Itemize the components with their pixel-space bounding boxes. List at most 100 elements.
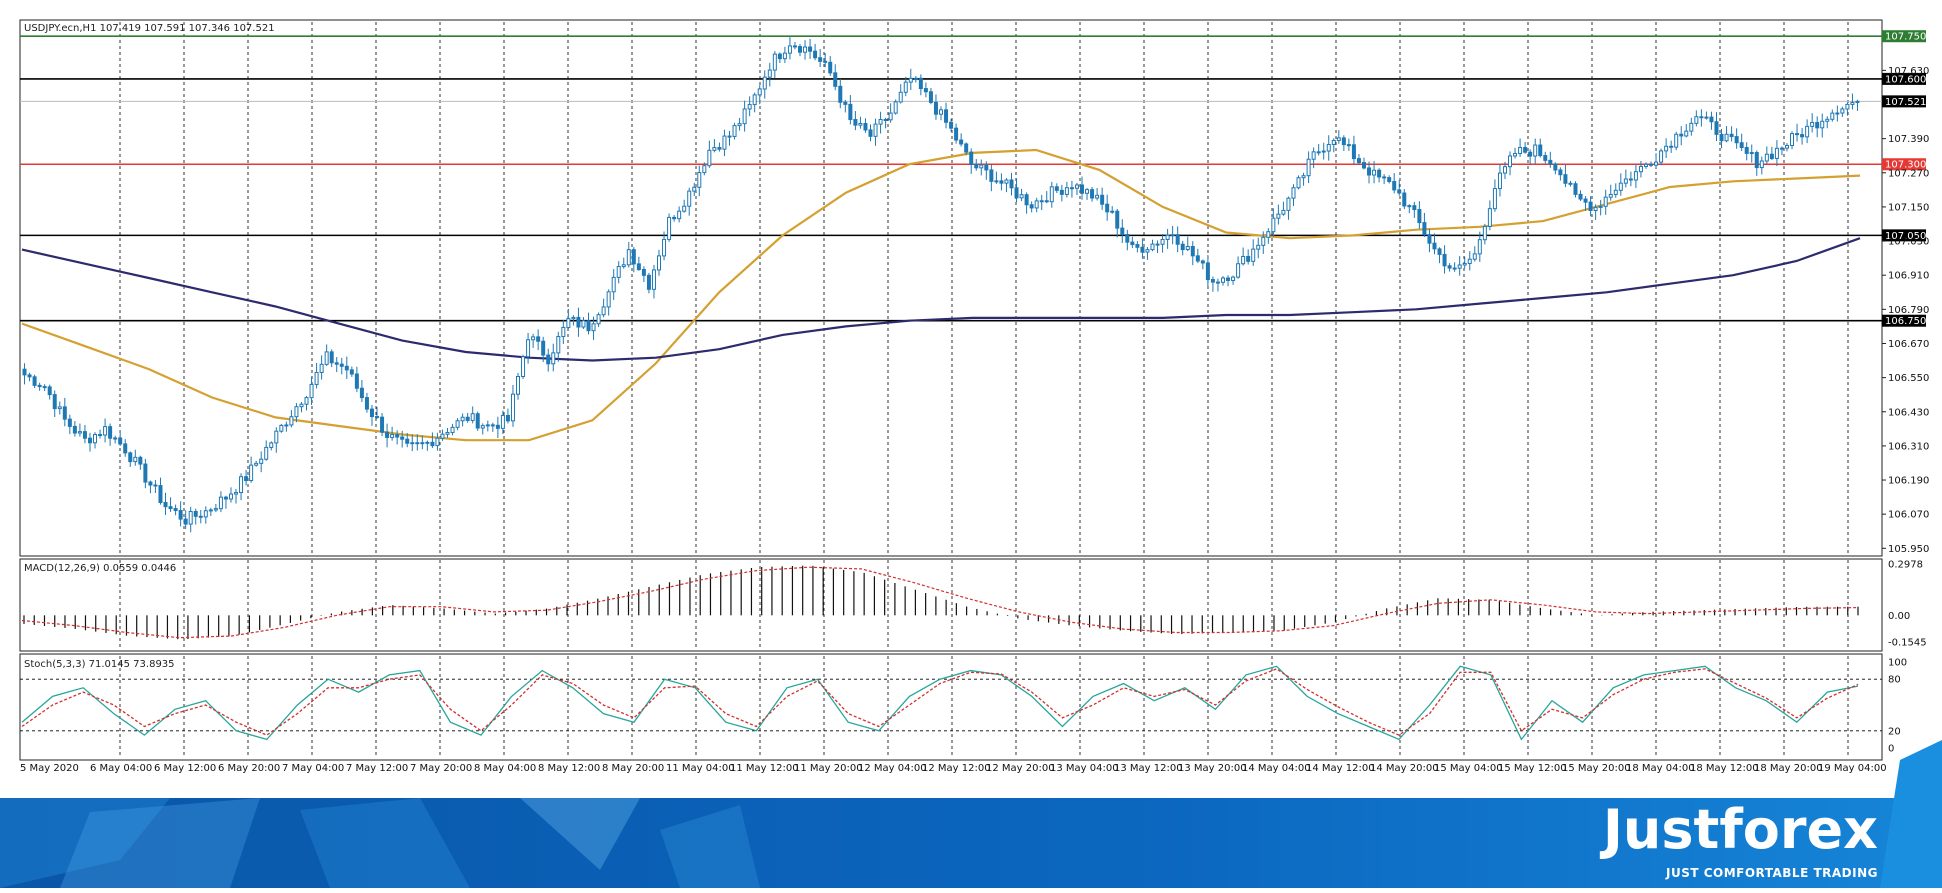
candle-body: [833, 72, 838, 87]
candle-body: [163, 502, 168, 508]
candle-body: [1251, 248, 1256, 262]
candle-body: [576, 316, 581, 328]
candle-body: [1764, 153, 1769, 162]
candle-body: [47, 386, 52, 396]
candle-body: [269, 442, 274, 448]
candle-body: [526, 339, 531, 358]
candle-body: [913, 77, 918, 80]
candle-body: [1382, 176, 1387, 179]
candle-body: [400, 436, 405, 440]
candle-body: [657, 255, 662, 271]
candle-body: [1019, 194, 1024, 199]
candle-body: [1724, 133, 1729, 142]
candle-body: [1759, 160, 1764, 169]
candle-body: [1336, 137, 1341, 141]
candle-body: [556, 336, 561, 354]
candle-body: [1714, 121, 1719, 135]
candle-body: [1457, 264, 1462, 269]
candle-body: [465, 416, 470, 421]
candle-body: [596, 314, 601, 325]
candle-body: [1261, 236, 1266, 246]
candle-body: [959, 139, 964, 145]
price-tick-label: 106.070: [1888, 510, 1929, 521]
time-tick-label: 8 May 12:00: [538, 763, 600, 774]
candle-body: [22, 368, 27, 376]
price-tick-label: 105.950: [1888, 544, 1929, 555]
time-tick-label: 18 May 20:00: [1754, 763, 1823, 774]
candle-body: [616, 266, 621, 278]
price-axis: 107.630 107.390 107.270 107.150 107.030 106.9…: [1882, 66, 1929, 555]
candle-body: [1603, 196, 1608, 207]
candle-body: [1482, 225, 1487, 241]
candle-body: [561, 326, 566, 338]
candle-body: [1422, 222, 1427, 236]
candle-body: [823, 60, 828, 63]
symbol-info: USDJPY.ecn,H1 107.419 107.591 107.346 10…: [24, 23, 275, 34]
candle-body: [1160, 238, 1165, 245]
candle-body: [380, 416, 385, 433]
candle-body: [516, 375, 521, 395]
price-tick-label: 107.630: [1888, 66, 1929, 77]
time-tick-label: 15 May 12:00: [1498, 763, 1567, 774]
candle-body: [621, 264, 626, 268]
candle-body: [928, 91, 933, 103]
candle-body: [264, 446, 269, 460]
candle-body: [324, 351, 329, 365]
candle-body: [944, 109, 949, 123]
candle-body: [863, 122, 868, 131]
candle-body: [873, 123, 878, 137]
candle-body: [425, 441, 430, 444]
candle-body: [1669, 145, 1674, 148]
candle-body: [1497, 172, 1502, 190]
candle-body: [974, 163, 979, 169]
candle-body: [757, 88, 762, 96]
candle-body: [1069, 187, 1074, 190]
candle-body: [1205, 262, 1210, 281]
candle-body: [1679, 133, 1684, 137]
candle-body: [249, 464, 254, 482]
candle-body: [1064, 187, 1069, 195]
candle-body: [1291, 187, 1296, 199]
candle-body: [1578, 193, 1583, 200]
candle-body: [1130, 241, 1135, 246]
candle-body: [1432, 242, 1437, 250]
price-tick-label: 107.270: [1888, 168, 1929, 179]
candle-body: [52, 394, 57, 410]
price-pane-frame: [19, 19, 1883, 557]
candle-body: [1079, 184, 1084, 194]
candle-body: [1321, 150, 1326, 153]
candle-body: [410, 442, 415, 445]
candle-body: [969, 151, 974, 165]
candle-body: [611, 276, 616, 293]
level-label: 106.750: [1885, 316, 1926, 327]
candle-body: [692, 186, 697, 192]
candle-body: [984, 164, 989, 171]
candle-body: [1085, 189, 1090, 194]
candle-body: [782, 52, 787, 60]
candle-body: [1417, 209, 1422, 224]
candle-body: [445, 431, 450, 435]
candle-body: [294, 406, 299, 418]
candle-body: [853, 118, 858, 126]
macd-tick-label: 0.2978: [1888, 560, 1923, 571]
candle-body: [868, 129, 873, 137]
candle-body: [143, 463, 148, 483]
candle-body: [722, 135, 727, 150]
candle-body: [546, 354, 551, 365]
candle-body: [244, 476, 249, 482]
candle-body: [158, 485, 163, 504]
chart-canvas[interactable]: 107.750107.600107.300107.050106.750107.5…: [0, 0, 1942, 888]
candle-body: [1009, 179, 1014, 189]
candle-body: [1593, 206, 1598, 212]
candle-body: [1367, 167, 1372, 176]
candle-body: [1523, 146, 1528, 153]
candle-body: [1492, 188, 1497, 210]
candle-body: [1241, 255, 1246, 265]
candle-body: [405, 438, 410, 444]
time-tick-label: 13 May 04:00: [1050, 763, 1119, 774]
time-tick-label: 6 May 20:00: [218, 763, 280, 774]
candle-body: [813, 50, 818, 59]
candle-body: [495, 424, 500, 429]
candle-body: [1377, 169, 1382, 178]
candle-body: [1351, 144, 1356, 160]
